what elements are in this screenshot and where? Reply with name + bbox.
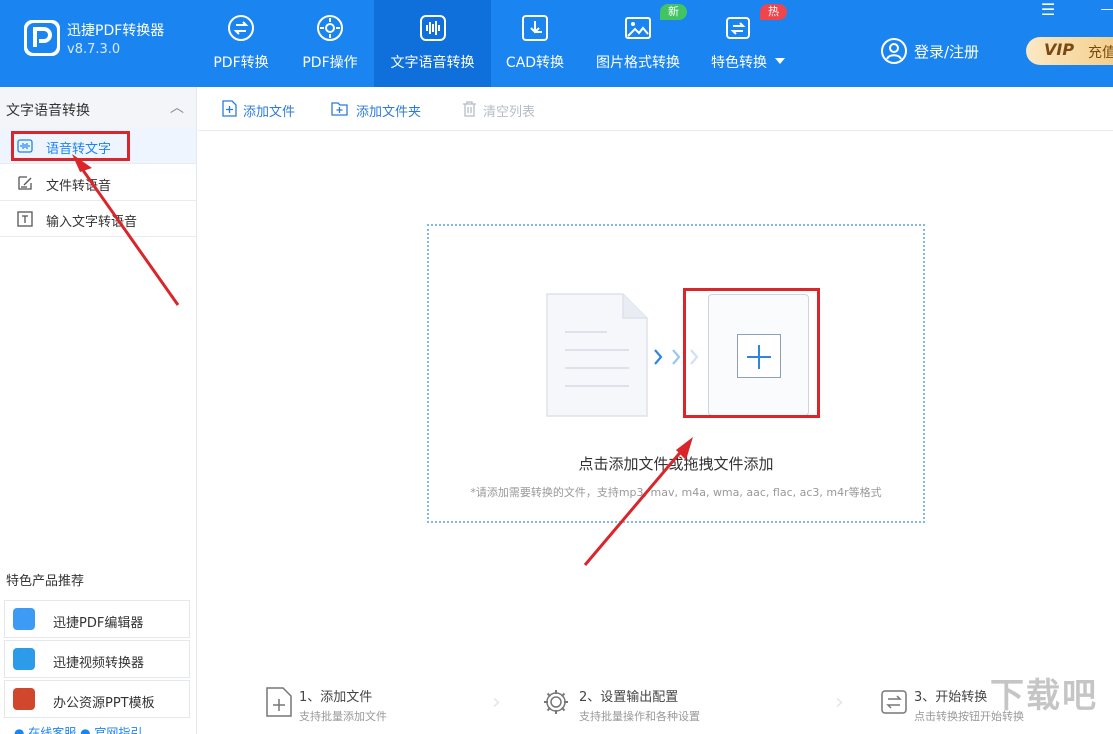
recommend-label: 迅捷视频转换器: [53, 656, 145, 671]
tab-pdf-operate[interactable]: PDF操作: [287, 0, 373, 87]
site-watermark: 下载吧: [990, 676, 1098, 716]
tab-label: PDF操作: [302, 55, 358, 71]
dropzone-sub-text: *请添加需要转换的文件，支持mp3, mav, m4a, wma, aac, f…: [470, 486, 882, 499]
tab-cad[interactable]: CAD转换: [492, 0, 578, 87]
highlight-box-sidebar: [11, 131, 130, 161]
sidebar-item-text-input-to-speech[interactable]: 输入文字转语音: [0, 201, 196, 237]
tab-label: CAD转换: [505, 55, 565, 71]
sidebar-title: 文字语音转换: [6, 103, 90, 119]
convert-step-icon: [881, 690, 907, 714]
step-separator-icon: ›: [835, 690, 844, 715]
sidebar: 文字语音转换 ︿ 语音转文字 文件转语音 输入文字转语音 特色产品推荐 迅捷PD…: [0, 87, 197, 734]
header-bar: 迅捷PDF转换器 v8.7.3.0 PDF转换 PDF操作 文字语音转换 CAD…: [0, 0, 1113, 87]
recommend-label: 迅捷PDF编辑器: [53, 616, 144, 631]
sidebar-item-label: 输入文字转语音: [46, 215, 138, 230]
new-badge: 新: [660, 4, 687, 20]
hot-badge: 热: [760, 4, 787, 20]
gear-icon: [544, 690, 568, 714]
trash-icon: [463, 101, 476, 117]
tab-text-speech[interactable]: 文字语音转换: [374, 0, 491, 87]
minimize-button[interactable]: —: [1093, 0, 1113, 22]
tab-label: 图片格式转换: [596, 55, 680, 71]
vip-label: VIP: [1044, 40, 1075, 59]
menu-button[interactable]: ☰: [1034, 0, 1062, 22]
tab-label: PDF转换: [213, 55, 269, 71]
add-folder-label: 添加文件夹: [356, 105, 422, 120]
add-folder-icon: [331, 102, 348, 116]
step-desc: 支持批量操作和各种设置: [579, 710, 700, 723]
pdf-operate-icon: [317, 15, 343, 41]
recommend-video-converter[interactable]: 迅捷视频转换器: [4, 640, 190, 678]
edit-file-icon: [18, 176, 32, 190]
recommend-label: 办公资源PPT模板: [53, 696, 155, 711]
recommend-ppt-templates[interactable]: 办公资源PPT模板: [4, 680, 190, 718]
vip-button[interactable]: VIP 充值: [1026, 37, 1113, 65]
file-drop-zone[interactable]: 点击添加文件或拖拽文件添加 *请添加需要转换的文件，支持mp3, mav, m4…: [427, 224, 925, 523]
add-file-label: 添加文件: [243, 105, 296, 120]
toolbar: 添加文件 添加文件夹 清空列表: [198, 87, 1113, 131]
sidebar-item-file-to-speech[interactable]: 文件转语音: [0, 165, 196, 201]
step-desc: 支持批量添加文件: [299, 710, 387, 723]
app-version: v8.7.3.0: [67, 42, 121, 57]
pdf-convert-icon: [228, 15, 254, 41]
highlight-box-add-tile: [683, 288, 820, 418]
cad-icon: [522, 15, 548, 41]
feature-convert-icon: [726, 17, 750, 39]
ppt-template-icon: [13, 688, 35, 710]
login-label: 登录/注册: [914, 43, 980, 61]
user-icon: [881, 38, 907, 64]
pdf-editor-icon: [13, 608, 35, 630]
tab-label: 文字语音转换: [390, 55, 475, 71]
recommend-pdf-editor[interactable]: 迅捷PDF编辑器: [4, 600, 190, 638]
step-title: 2、设置输出配置: [579, 690, 679, 705]
clear-list-label: 清空列表: [483, 105, 536, 120]
app-logo: [24, 20, 60, 56]
app-name: 迅捷PDF转换器: [67, 23, 165, 39]
tab-pdf-convert[interactable]: PDF转换: [198, 0, 284, 87]
add-file-icon: [222, 100, 237, 117]
dropzone-main-text: 点击添加文件或拖拽文件添加: [578, 455, 774, 473]
vip-charge-label: 充值: [1088, 45, 1113, 61]
chevron-down-icon: [775, 58, 785, 64]
step-title: 1、添加文件: [299, 690, 373, 705]
text-icon: [17, 211, 33, 227]
step-separator-icon: ›: [492, 690, 501, 715]
step-title: 3、开始转换: [914, 690, 988, 705]
sidebar-section-header[interactable]: 文字语音转换 ︿: [0, 87, 196, 128]
footer-links[interactable]: ● 在线客服 ● 官网指引: [14, 724, 142, 734]
sidebar-item-label: 文件转语音: [46, 179, 112, 194]
chevron-up-icon: ︿: [170, 100, 184, 116]
audio-wave-icon: [419, 15, 446, 41]
video-converter-icon: [13, 648, 35, 670]
add-file-step-icon: [266, 687, 292, 717]
image-icon: [625, 17, 651, 39]
recommend-title: 特色产品推荐: [6, 574, 85, 589]
